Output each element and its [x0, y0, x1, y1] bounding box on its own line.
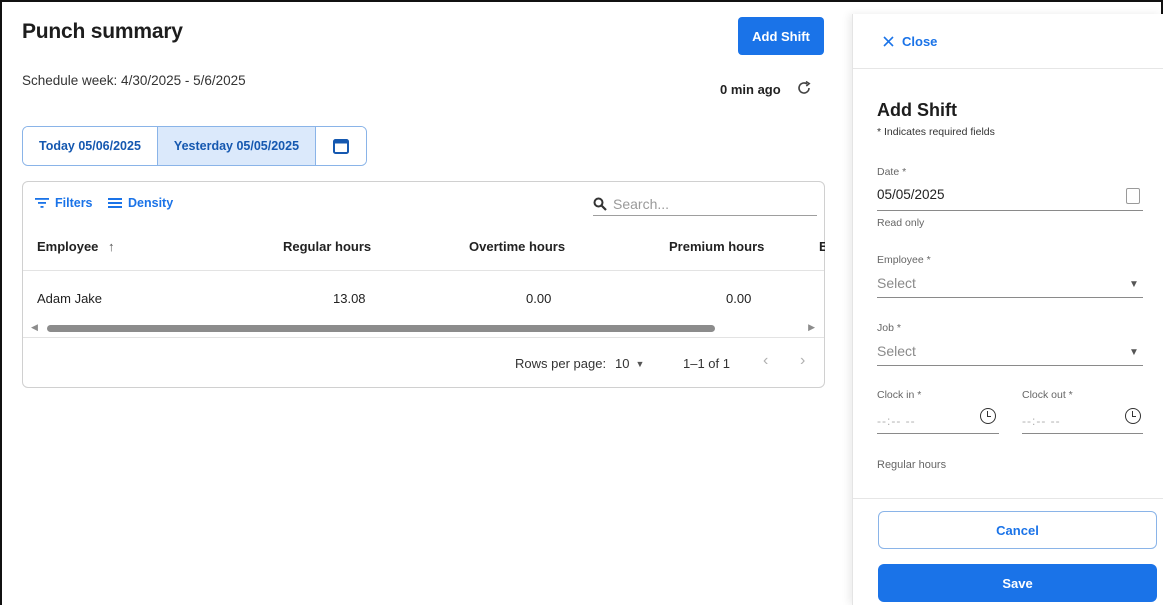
clock-out-label: Clock out * [1022, 389, 1073, 401]
scrollbar-thumb[interactable] [47, 325, 715, 332]
employee-underline [877, 297, 1143, 298]
clock-in-placeholder: --:-- -- [877, 414, 916, 428]
save-button[interactable]: Save [878, 564, 1157, 602]
column-header-regular-hours[interactable]: Regular hours [283, 239, 371, 254]
clock-in-label: Clock in * [877, 389, 922, 401]
clock-out-underline [1022, 433, 1143, 434]
density-icon [108, 198, 122, 208]
refresh-icon[interactable] [794, 78, 814, 98]
cell-premium-hours: 0.00 [726, 291, 752, 306]
tab-yesterday[interactable]: Yesterday 05/05/2025 [157, 127, 317, 165]
close-icon [883, 36, 894, 47]
job-underline [877, 365, 1143, 366]
date-helper-text: Read only [877, 217, 925, 229]
pagination-range: 1–1 of 1 [683, 356, 730, 371]
job-select-placeholder: Select [877, 343, 916, 359]
clock-in-underline [877, 433, 999, 434]
density-button[interactable]: Density [108, 196, 173, 210]
cell-regular-hours: 13.08 [333, 291, 366, 306]
chevron-down-icon: ▼ [1129, 347, 1139, 358]
filters-button[interactable]: Filters [35, 196, 93, 210]
rows-per-page-label: Rows per page: [515, 356, 607, 371]
clock-icon[interactable] [1125, 408, 1141, 424]
cancel-button[interactable]: Cancel [878, 511, 1157, 549]
footer-divider [23, 337, 824, 338]
rows-per-page-value: 10 [615, 356, 630, 371]
chevron-down-icon: ▼ [1129, 279, 1139, 290]
job-label: Job * [877, 322, 901, 334]
scroll-right-icon[interactable]: ▶ [808, 322, 815, 333]
scroll-left-icon[interactable]: ◀ [31, 322, 38, 333]
date-toggle-group: Today 05/06/2025 Yesterday 05/05/2025 [22, 126, 368, 166]
search-icon [593, 197, 607, 211]
employee-select-placeholder: Select [877, 275, 916, 291]
column-header-premium-hours[interactable]: Premium hours [669, 239, 764, 254]
column-header-employee[interactable]: Employee ↑ [37, 239, 115, 254]
add-shift-panel: Close Add Shift * Indicates required fie… [852, 14, 1163, 605]
panel-footer-divider [853, 498, 1163, 499]
last-refresh-text: 0 min ago [720, 82, 781, 97]
date-field: 05/05/2025 [877, 187, 945, 202]
calendar-icon [1126, 188, 1140, 204]
regular-hours-label: Regular hours [877, 459, 947, 471]
clock-out-placeholder: --:-- -- [1022, 414, 1061, 428]
panel-title: Add Shift [877, 100, 957, 120]
next-page-icon[interactable]: › [800, 352, 805, 370]
calendar-picker-button[interactable] [316, 127, 367, 165]
schedule-week-text: Schedule week: 4/30/2025 - 5/6/2025 [22, 73, 246, 88]
search-field[interactable]: Search... [593, 192, 817, 216]
employee-label: Employee * [877, 254, 931, 266]
refresh-icon-svg [798, 80, 811, 94]
punch-summary-main: Punch summary Add Shift Schedule week: 4… [2, 2, 850, 605]
page-title: Punch summary [22, 20, 183, 43]
column-header-overtime-hours[interactable]: Overtime hours [469, 239, 565, 254]
search-input[interactable]: Search... [613, 196, 669, 212]
filters-label: Filters [55, 196, 93, 210]
column-header-truncated[interactable]: E [819, 239, 825, 254]
add-shift-button[interactable]: Add Shift [738, 17, 824, 55]
panel-topbar: Close [853, 14, 1163, 69]
sort-ascending-icon: ↑ [108, 239, 115, 254]
chevron-down-icon: ▼ [635, 358, 645, 369]
close-label: Close [902, 34, 938, 49]
cell-employee: Adam Jake [37, 291, 103, 306]
filter-icon [35, 198, 49, 208]
date-label: Date * [877, 166, 907, 178]
date-underline [877, 210, 1143, 211]
rows-per-page-select[interactable]: 10 ▼ [615, 356, 644, 371]
clock-icon[interactable] [980, 408, 996, 424]
close-button[interactable]: Close [883, 34, 937, 49]
calendar-icon [333, 139, 350, 154]
required-fields-note: * Indicates required fields [877, 126, 995, 138]
header-divider [23, 270, 824, 271]
horizontal-scrollbar[interactable]: ◀ ▶ [29, 322, 819, 334]
density-label: Density [128, 196, 174, 210]
tab-today[interactable]: Today 05/06/2025 [23, 127, 158, 165]
cell-overtime-hours: 0.00 [526, 291, 552, 306]
column-header-employee-label: Employee [37, 239, 99, 254]
punch-data-grid: Filters Density Search... Employee ↑ Reg… [22, 181, 825, 388]
previous-page-icon[interactable]: ‹ [763, 352, 768, 370]
